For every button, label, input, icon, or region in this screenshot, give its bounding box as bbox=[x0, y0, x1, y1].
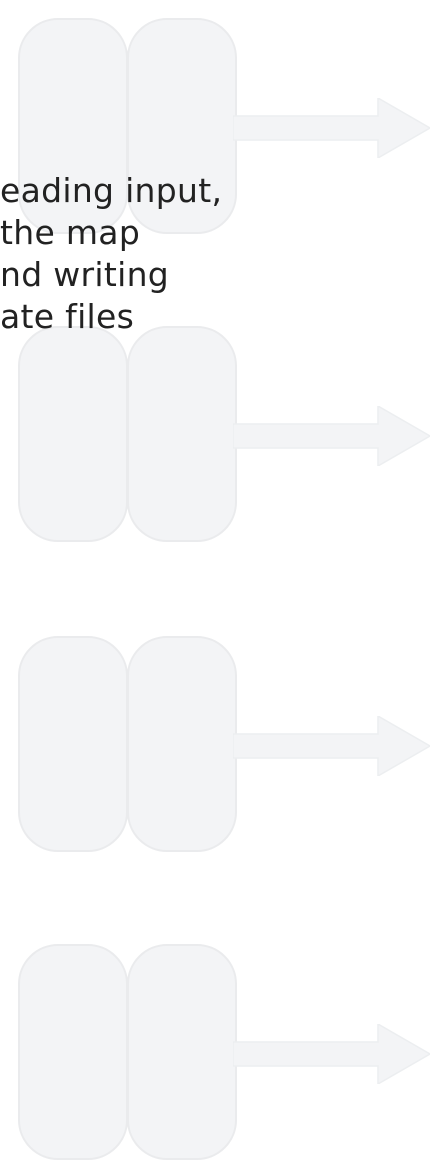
caption-line-1: eading input, bbox=[0, 171, 223, 210]
pipeline-diagram: eading input, the map nd writing ate fil… bbox=[0, 0, 430, 1169]
flow-arrow bbox=[233, 1024, 430, 1084]
stage-node-left bbox=[18, 636, 128, 852]
flow-arrow bbox=[233, 716, 430, 776]
stage-node-right bbox=[127, 326, 237, 542]
step-description: eading input, the map nd writing ate fil… bbox=[0, 170, 430, 338]
caption-line-2: the map bbox=[0, 213, 141, 252]
caption-line-3: nd writing bbox=[0, 255, 170, 294]
stage-node-right bbox=[127, 944, 237, 1160]
stage-row-3 bbox=[0, 636, 430, 856]
caption-line-4: ate files bbox=[0, 297, 135, 336]
stage-node-left bbox=[18, 326, 128, 542]
stage-node-right bbox=[127, 636, 237, 852]
flow-arrow bbox=[233, 406, 430, 466]
flow-arrow bbox=[233, 98, 430, 158]
stage-row-4 bbox=[0, 944, 430, 1164]
stage-row-2 bbox=[0, 326, 430, 546]
stage-node-left bbox=[18, 944, 128, 1160]
